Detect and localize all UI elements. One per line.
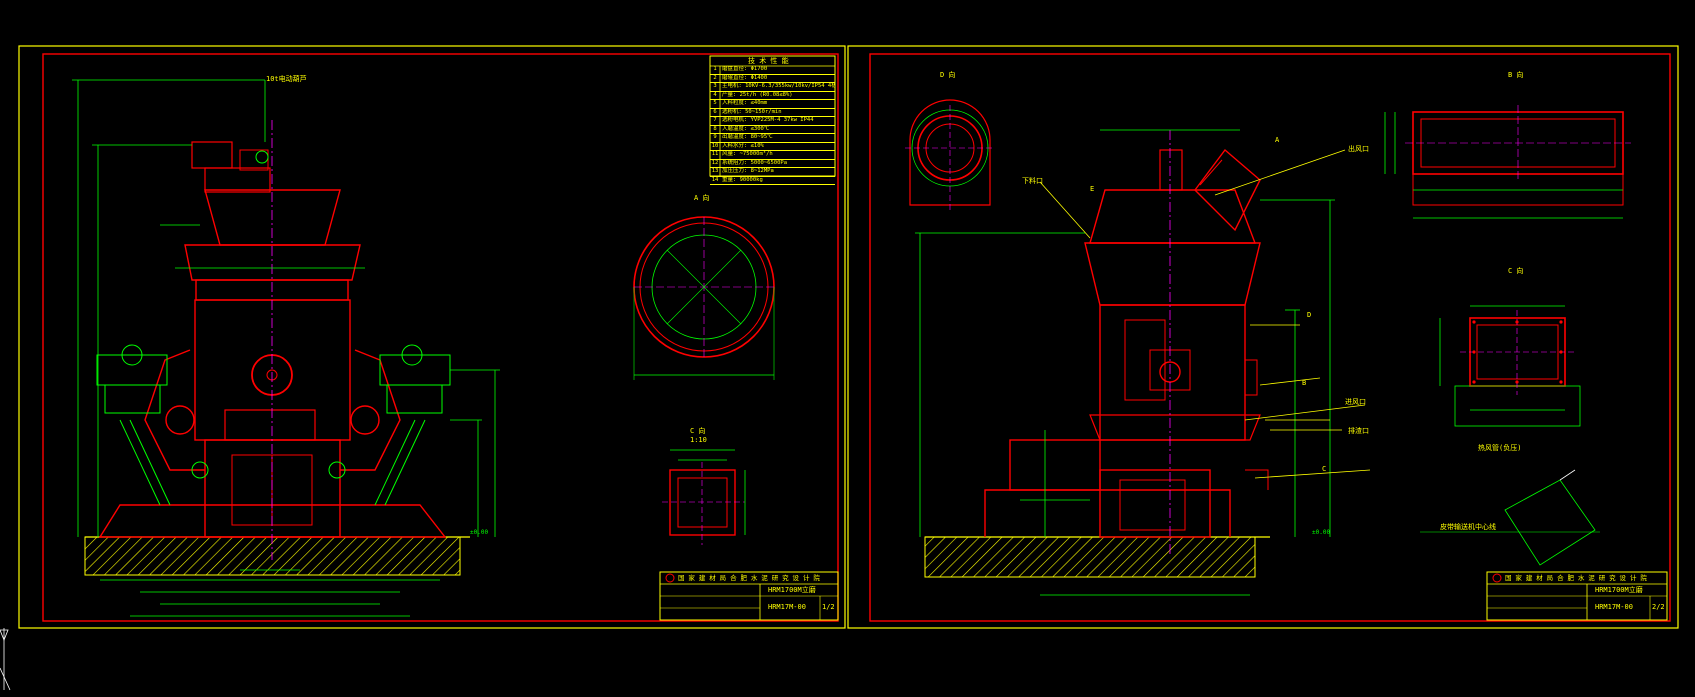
left-sheet-no: 1/2 xyxy=(822,603,835,611)
ucs-icon xyxy=(0,628,11,691)
spec-row-text: 重量: 90000kg xyxy=(722,176,763,183)
spec-row-number: 8 xyxy=(713,125,717,132)
spec-row: 1 磨盘直径: Φ1700 xyxy=(710,66,835,75)
view-c-title: C 向 xyxy=(1508,267,1524,275)
cad-drawing-canvas[interactable] xyxy=(0,0,1695,697)
spec-row-text: 入料水分: ≤10% xyxy=(722,142,764,149)
spec-table-rows: 1 磨盘直径: Φ1700 2 磨辊直径: Φ1400 3 主电机: 10KV-6.3/3… xyxy=(710,66,835,185)
spec-row: 6 选粉机: 50~150r/min xyxy=(710,108,835,117)
spec-row-number: 4 xyxy=(713,91,717,98)
spec-row-text: 磨盘直径: Φ1700 xyxy=(722,66,768,72)
spec-row-number: 10 xyxy=(711,142,719,149)
view-d-round xyxy=(905,99,995,210)
right-drawing-number: HRM17M-00 xyxy=(1595,603,1633,611)
view-c-flange xyxy=(1439,305,1581,427)
spec-row: 13 加压压力: 8~12MPa xyxy=(710,168,835,177)
spec-row: 7 选粉电机: YVP225M-4 37kw IP44 xyxy=(710,117,835,126)
spec-row-number: 7 xyxy=(713,117,717,123)
spec-row-number: 13 xyxy=(711,168,719,174)
spec-row-text: 入磨温度: ≤300℃ xyxy=(722,125,770,132)
right-drawing-name: HRM1700M立磨 xyxy=(1595,586,1643,594)
note-conveyor: 皮带输送机中心线 xyxy=(1440,523,1496,531)
spec-row-number: 3 xyxy=(713,83,717,89)
label-b: B xyxy=(1302,379,1307,387)
spec-row: 10 入料水分: ≤10% xyxy=(710,142,835,151)
note-duct: 热风管(负压) xyxy=(1478,444,1522,452)
label-e: E xyxy=(1090,185,1095,193)
left-drawing-number: HRM17M-00 xyxy=(768,603,806,611)
left-company: 国 家 建 材 局 合 肥 水 泥 研 究 设 计 院 xyxy=(678,574,820,582)
label-c: C xyxy=(1322,465,1327,473)
spec-row: 14 重量: 90000kg xyxy=(710,176,835,185)
view-b-rect xyxy=(1384,105,1631,219)
right-sheet-no: 2/2 xyxy=(1652,603,1665,611)
spec-row-number: 1 xyxy=(713,66,717,72)
note-feed: 下料口 xyxy=(1022,177,1043,185)
hoist-note: 10t电动葫芦 xyxy=(266,75,307,83)
spec-row-text: 选粉机: 50~150r/min xyxy=(722,108,782,115)
spec-row-number: 14 xyxy=(711,176,719,183)
right-company: 国 家 建 材 局 合 肥 水 泥 研 究 设 计 院 xyxy=(1505,574,1647,582)
section-a-view xyxy=(633,216,775,380)
note-outlet: 出风口 xyxy=(1348,145,1369,153)
spec-row-number: 12 xyxy=(711,159,719,166)
spec-row: 3 主电机: 10KV-6.3/355kw/10kv/IP54 4极 xyxy=(710,83,835,92)
spec-row-text: 主电机: 10KV-6.3/355kw/10kv/IP54 4极 xyxy=(722,83,835,89)
section-c-title: C 向 xyxy=(690,427,706,435)
spec-table: 技 术 性 能 1 磨盘直径: Φ1700 2 磨辊直径: Φ1400 3 主电机: 10… xyxy=(710,56,835,185)
spec-row: 9 出磨温度: 80~95℃ xyxy=(710,134,835,143)
spec-row: 4 产量: 25t/h (R0.08≤8%) xyxy=(710,91,835,100)
left-ground-level: ±0.00 xyxy=(470,529,489,536)
spec-row-text: 磨辊直径: Φ1400 xyxy=(722,74,768,81)
spec-table-header: 技 术 性 能 xyxy=(748,57,789,65)
note-inlet: 进风口 xyxy=(1345,398,1366,406)
spec-row-number: 9 xyxy=(713,134,717,140)
right-mill-elevation xyxy=(915,129,1371,596)
left-drawing-name: HRM1700M立磨 xyxy=(768,586,816,594)
spec-row-text: 入料粒度: ≤40mm xyxy=(722,100,768,106)
view-b-title: B 向 xyxy=(1508,71,1524,79)
spec-row: 5 入料粒度: ≤40mm xyxy=(710,100,835,109)
spec-row: 12 系统阻力: 5000~6500Pa xyxy=(710,159,835,168)
spec-row: 8 入磨温度: ≤300℃ xyxy=(710,125,835,134)
spec-row-text: 选粉电机: YVP225M-4 37kw IP44 xyxy=(722,117,814,123)
spec-row-number: 2 xyxy=(713,74,717,81)
left-mill-elevation xyxy=(72,79,500,617)
spec-row-number: 5 xyxy=(713,100,717,106)
note-slag: 排渣口 xyxy=(1348,427,1369,435)
label-d: D xyxy=(1307,311,1312,319)
spec-row-number: 6 xyxy=(713,108,717,115)
right-ground-level: ±0.00 xyxy=(1312,529,1331,536)
conveyor-sketch xyxy=(1420,469,1600,566)
section-c-view xyxy=(662,449,746,545)
spec-row: 2 磨辊直径: Φ1400 xyxy=(710,74,835,83)
spec-row-text: 系统阻力: 5000~6500Pa xyxy=(722,159,788,166)
spec-row-number: 11 xyxy=(711,151,719,157)
spec-row-text: 加压压力: 8~12MPa xyxy=(722,168,774,174)
spec-row-text: 出磨温度: 80~95℃ xyxy=(722,134,773,140)
spec-row-text: 风量: ~75000m³/h xyxy=(722,151,773,157)
label-a: A xyxy=(1275,136,1280,144)
view-d-title: D 向 xyxy=(940,71,956,79)
spec-row-text: 产量: 25t/h (R0.08≤8%) xyxy=(722,91,793,98)
section-a-title: A 向 xyxy=(694,194,710,202)
spec-row: 11 风量: ~75000m³/h xyxy=(710,151,835,160)
section-c-scale: 1:10 xyxy=(690,436,707,444)
